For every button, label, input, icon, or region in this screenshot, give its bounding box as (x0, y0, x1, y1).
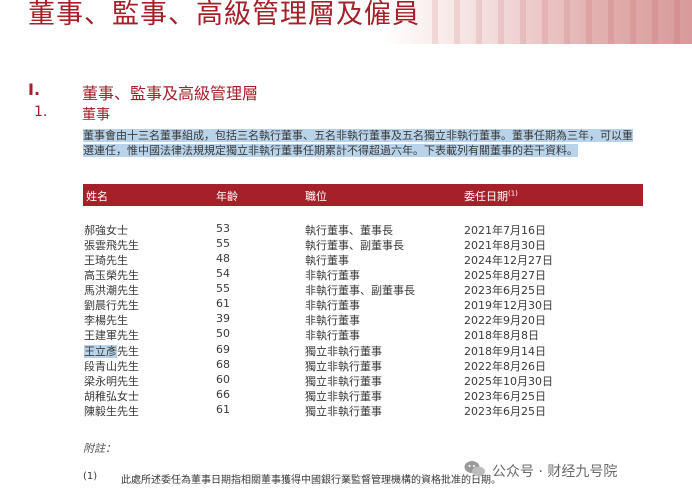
cell-date: 2021年8月30日 (464, 239, 546, 252)
cell-age: 54 (216, 267, 230, 280)
intro-highlighted-text: 董事會由十三名董事組成，包括三名執行董事、五名非執行董事及五名獨立非執行董事。董… (83, 129, 633, 157)
cell-date: 2022年8月26日 (464, 360, 546, 373)
cell-name: 高玉榮先生 (84, 269, 139, 282)
cell-position: 非執行董事 (305, 269, 360, 282)
table-row: 張雲飛先生 55 執行董事、副董事長 2021年8月30日 (83, 237, 643, 252)
cell-name: 王建軍先生 (84, 329, 139, 342)
footnote-text: 此處所述委任為董事日期指相關董事獲得中國銀行業監督管理機構的資格批准的日期。 (121, 475, 501, 486)
subsection-number: 1. (34, 104, 48, 120)
cell-name: 王琦先生 (84, 254, 128, 267)
watermark: 公众号 · 财经九号院 (464, 458, 692, 484)
cell-position: 非執行董事 (305, 314, 360, 327)
chapter-title: 董事、監事、高級管理層及僱員 (28, 0, 420, 30)
cell-age: 61 (216, 403, 230, 416)
table-row: 胡稚弘女士 66 獨立非執行董事 2023年6月25日 (83, 388, 643, 403)
cell-position: 執行董事、董事長 (305, 224, 393, 237)
cell-position: 獨立非執行董事 (305, 405, 382, 418)
cell-age: 60 (216, 373, 230, 386)
table-row: 梁永明先生 60 獨立非執行董事 2025年10月30日 (83, 373, 643, 388)
table-row: 王建軍先生 50 非執行董事 2018年8月8日 (83, 327, 643, 342)
cell-position: 非執行董事、副董事長 (305, 284, 415, 297)
cell-position: 執行董事、副董事長 (305, 239, 404, 252)
cell-date: 2018年9月14日 (464, 345, 546, 358)
cell-date: 2024年12月27日 (464, 254, 553, 267)
cell-name: 段青山先生 (84, 360, 139, 373)
header-date: 委任日期(1) (464, 188, 518, 204)
header-date-note: (1) (508, 189, 518, 198)
cell-date: 2025年10月30日 (464, 375, 553, 388)
cell-position: 獨立非執行董事 (305, 375, 382, 388)
cell-name: 王立彥先生 (84, 343, 139, 359)
table-row: 馬洪潮先生 55 非執行董事、副董事長 2023年6月25日 (83, 282, 643, 297)
cell-date: 2025年8月27日 (464, 269, 546, 282)
cell-date: 2023年6月25日 (464, 405, 546, 418)
cell-position: 獨立非執行董事 (305, 390, 382, 403)
intro-paragraph: 董事會由十三名董事組成，包括三名執行董事、五名非執行董事及五名獨立非執行董事。董… (83, 128, 643, 158)
table-header: 姓名 年齡 職位 委任日期(1) (83, 184, 643, 206)
cell-name: 胡稚弘女士 (84, 390, 139, 403)
cell-date: 2022年9月20日 (464, 314, 546, 327)
cell-position: 獨立非執行董事 (305, 345, 382, 358)
cell-name: 馬洪潮先生 (84, 284, 139, 297)
cell-age: 50 (216, 327, 230, 340)
cell-age: 55 (216, 237, 230, 250)
table-row: 郝強女士 53 執行董事、董事長 2021年7月16日 (83, 222, 643, 237)
table-row: 段青山先生 68 獨立非執行董事 2022年8月26日 (83, 358, 643, 373)
table-row: 王琦先生 48 執行董事 2024年12月27日 (83, 252, 643, 267)
cell-age: 39 (216, 312, 230, 325)
cell-age: 69 (216, 343, 230, 356)
table-row: 陳毅生先生 61 獨立非執行董事 2023年6月25日 (83, 403, 643, 418)
cell-date: 2018年8月8日 (464, 329, 539, 342)
cell-age: 68 (216, 358, 230, 371)
cell-name: 梁永明先生 (84, 375, 139, 388)
cell-name: 劉晨行先生 (84, 299, 139, 312)
table-row: 李楊先生 39 非執行董事 2022年9月20日 (83, 312, 643, 327)
header-age: 年齡 (216, 190, 238, 203)
cell-age: 53 (216, 222, 230, 235)
cell-age: 48 (216, 252, 230, 265)
header-date-label: 委任日期 (464, 190, 508, 203)
table-row: 王立彥先生 69 獨立非執行董事 2018年9月14日 (83, 343, 643, 358)
watermark-text: 公众号 · 财经九号院 (492, 464, 618, 480)
cell-name: 李楊先生 (84, 314, 128, 327)
cell-age: 66 (216, 388, 230, 401)
cell-name: 張雲飛先生 (84, 239, 139, 252)
cell-date: 2023年6月25日 (464, 390, 546, 403)
table-row: 高玉榮先生 54 非執行董事 2025年8月27日 (83, 267, 643, 282)
cell-name: 陳毅生先生 (84, 405, 139, 418)
cell-age: 55 (216, 282, 230, 295)
cell-age: 61 (216, 297, 230, 310)
table-row: 劉晨行先生 61 非執行董事 2019年12月30日 (83, 297, 643, 312)
notes-label: 附註： (83, 442, 116, 455)
cell-name-highlighted: 王立彥 (84, 345, 117, 358)
footnote-number: (1) (83, 471, 98, 482)
cell-date: 2019年12月30日 (464, 299, 553, 312)
cell-name: 郝強女士 (84, 224, 128, 237)
banner-decoration (432, 0, 692, 44)
cell-name-rest: 先生 (117, 345, 139, 358)
header-name: 姓名 (86, 190, 108, 203)
cell-position: 執行董事 (305, 254, 349, 267)
cell-position: 獨立非執行董事 (305, 360, 382, 373)
cell-date: 2023年6月25日 (464, 284, 546, 297)
section-number: I. (28, 80, 41, 99)
header-position: 職位 (305, 190, 327, 203)
section-title: 董事、監事及高級管理層 (82, 84, 259, 103)
cell-position: 非執行董事 (305, 329, 360, 342)
cell-position: 非執行董事 (305, 299, 360, 312)
subsection-title: 董事 (82, 107, 110, 123)
cell-date: 2021年7月16日 (464, 224, 546, 237)
wechat-icon (464, 461, 485, 477)
